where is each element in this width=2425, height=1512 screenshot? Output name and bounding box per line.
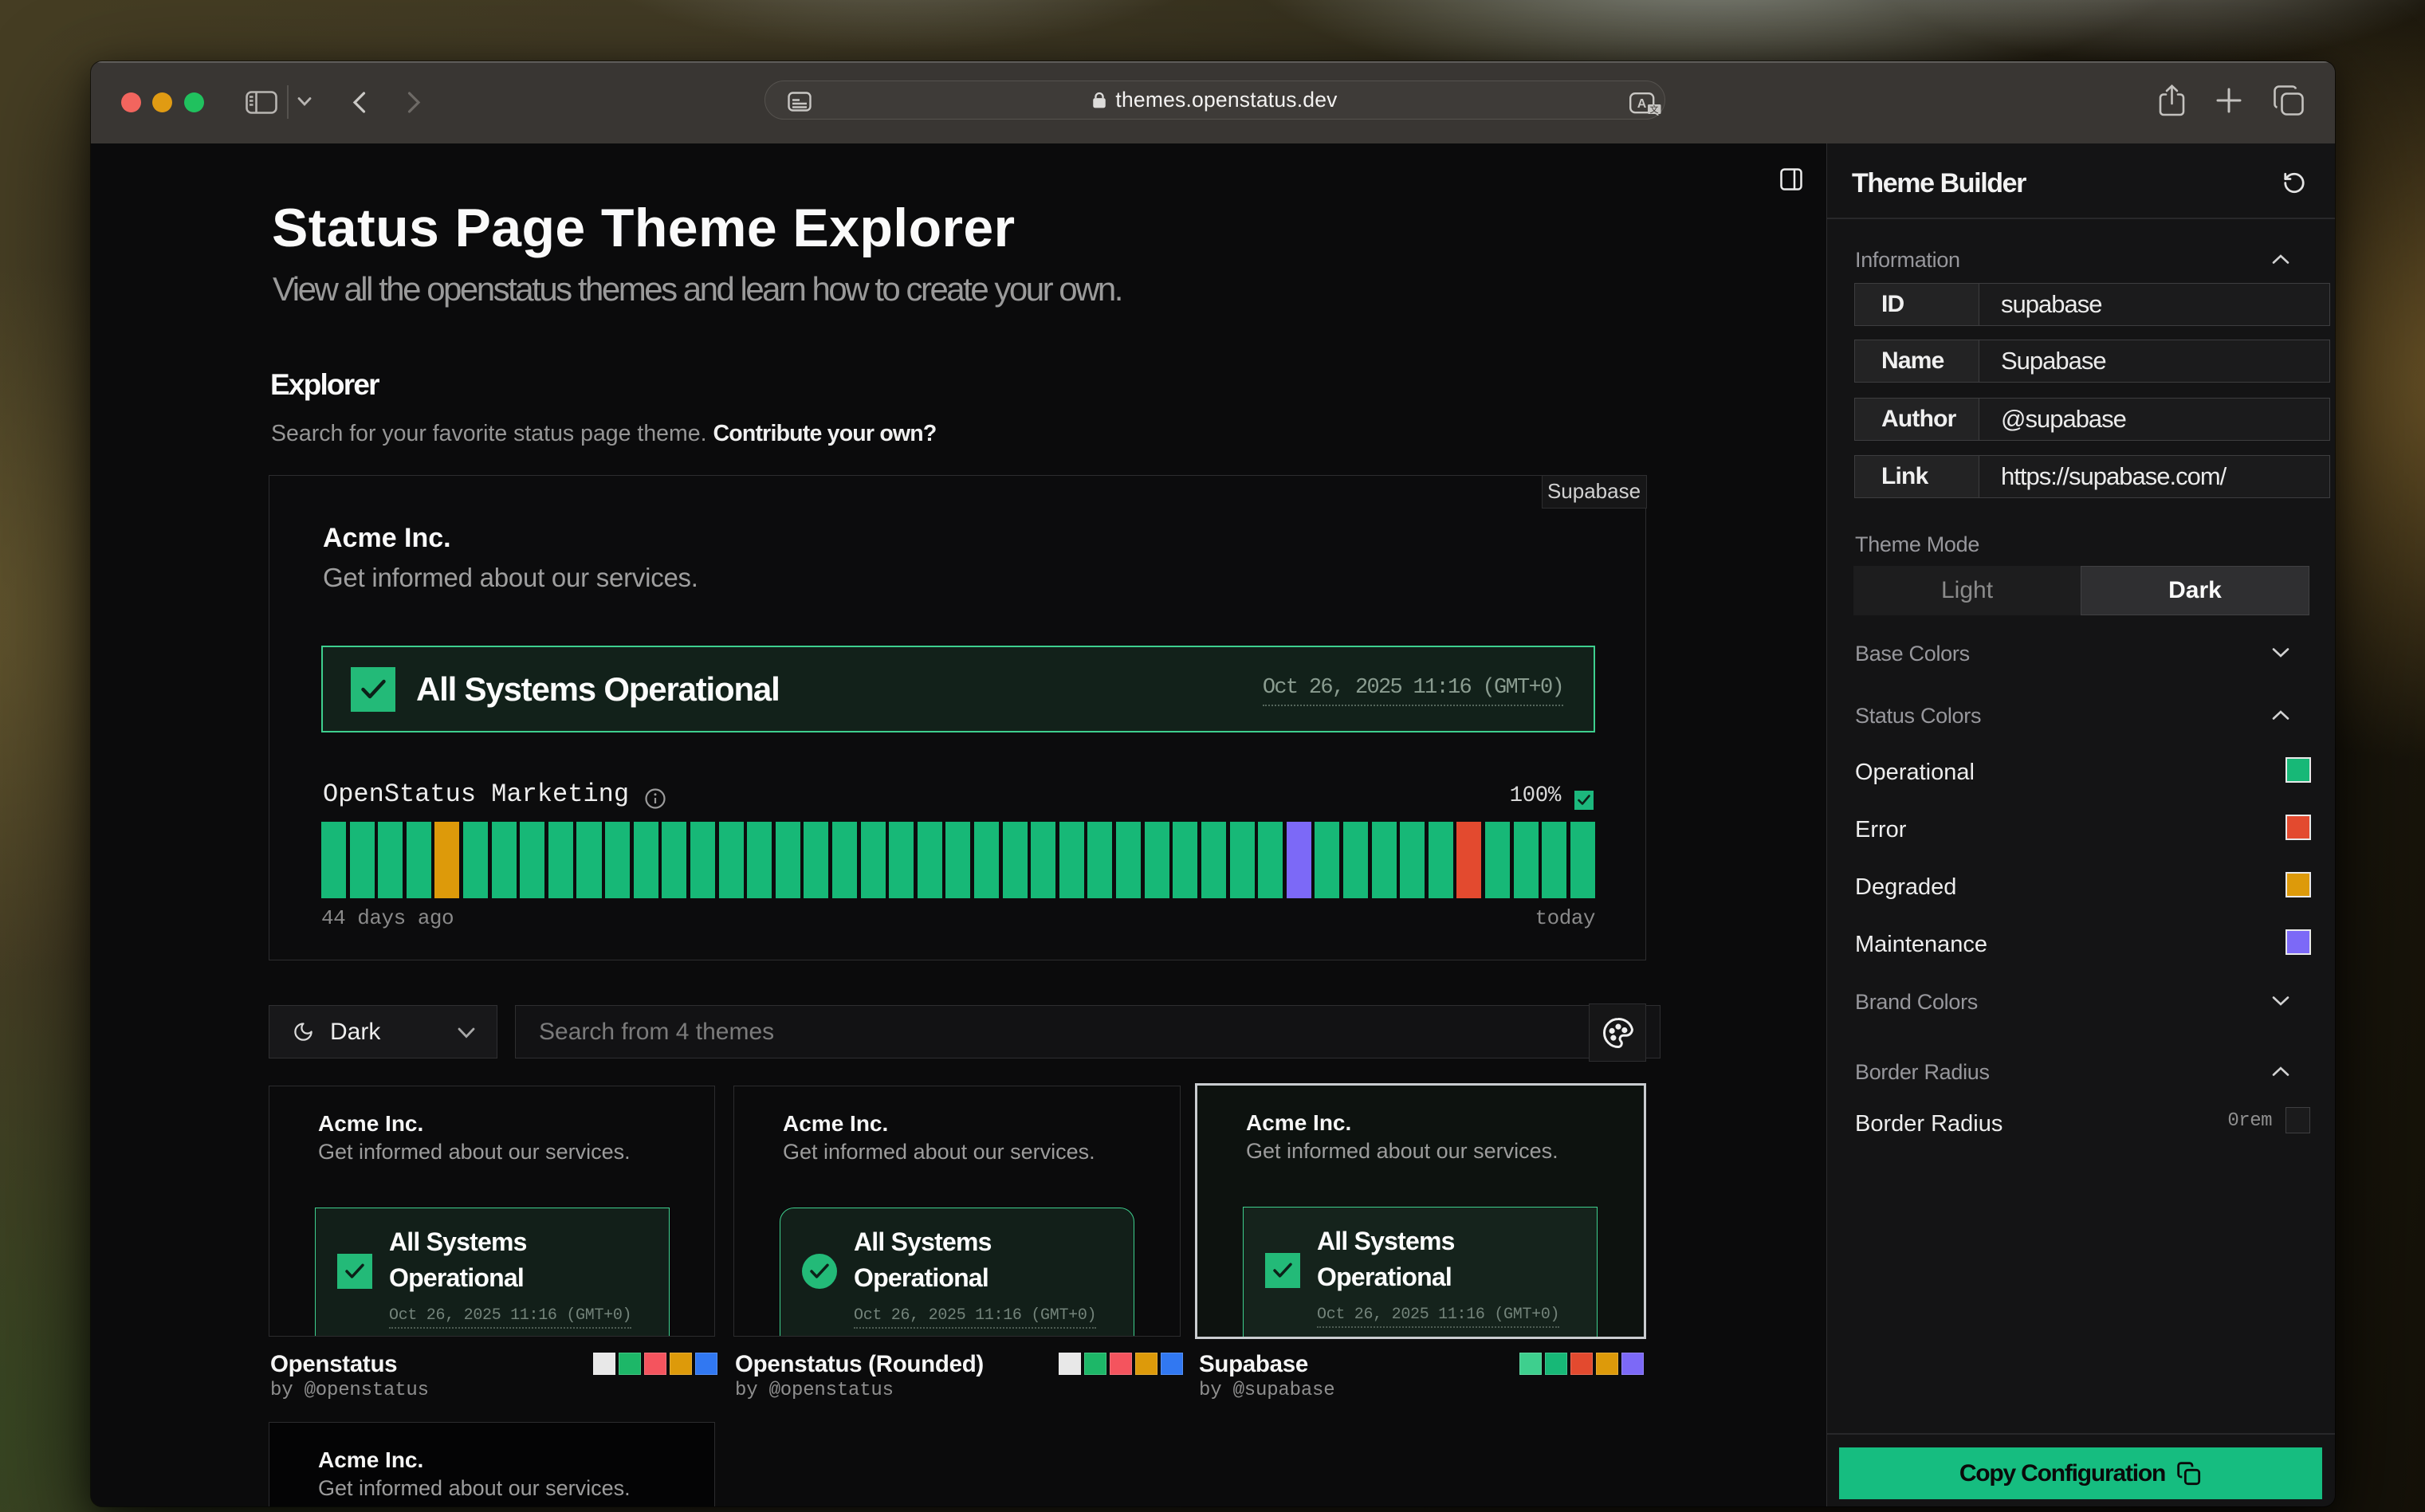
svg-text:文: 文	[1650, 104, 1659, 115]
svg-text:A: A	[1637, 97, 1647, 111]
